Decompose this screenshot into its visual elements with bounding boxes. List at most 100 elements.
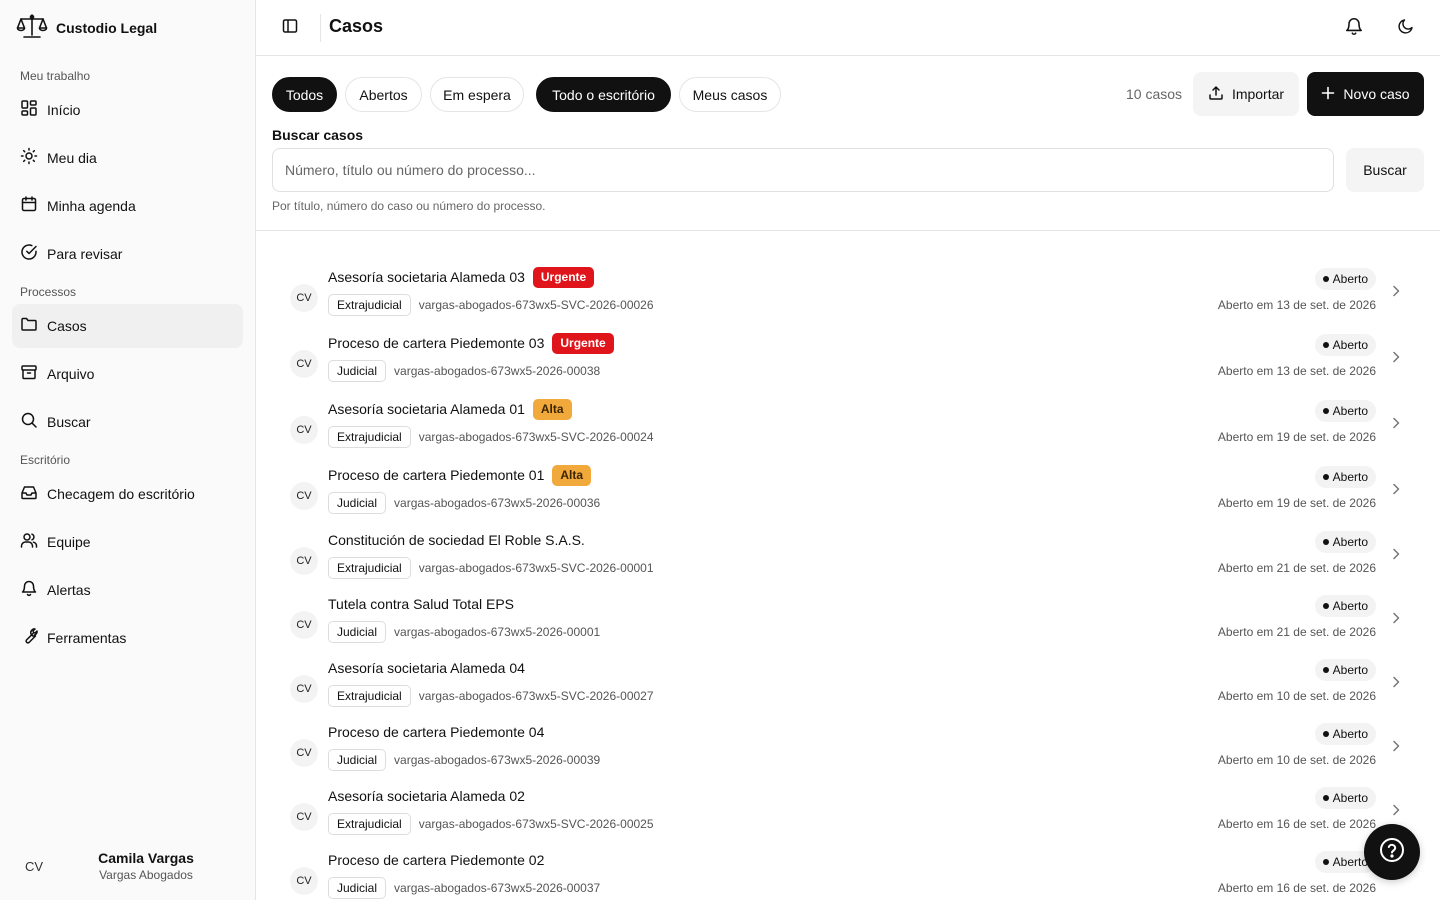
search-help-text: Por título, número do caso ou número do … xyxy=(272,199,546,213)
case-row[interactable]: CV Proceso de cartera Piedemonte 04 Judi… xyxy=(272,723,1424,789)
sidebar-item-buscar[interactable]: Buscar xyxy=(12,400,243,444)
status-label: Aberto xyxy=(1332,272,1368,286)
status-dot-icon xyxy=(1322,276,1329,282)
sidebar-item-meu-dia[interactable]: Meu dia xyxy=(12,136,243,180)
archive-icon xyxy=(20,363,38,386)
sidebar-item-label: Início xyxy=(47,102,81,118)
case-row[interactable]: CV Asesoría societaria Alameda 04 Extraj… xyxy=(272,659,1424,725)
sidebar-item-casos[interactable]: Casos xyxy=(12,304,243,348)
import-button[interactable]: Importar xyxy=(1193,72,1299,116)
priority-badge: Alta xyxy=(552,464,592,486)
case-title: Constitución de sociedad El Roble S.A.S. xyxy=(328,532,585,548)
case-avatar: CV xyxy=(290,611,318,639)
status-dot-icon xyxy=(1322,859,1329,865)
case-row[interactable]: CV Asesoría societaria Alameda 02 Extraj… xyxy=(272,787,1424,853)
case-avatar: CV xyxy=(290,350,318,378)
case-title: Proceso de cartera Piedemonte 01 xyxy=(328,467,545,483)
opened-date: Aberto em 10 de set. de 2026 xyxy=(1217,753,1376,767)
sidebar-item-minha-agenda[interactable]: Minha agenda xyxy=(12,184,243,228)
sidebar-item-ferramentas[interactable]: Ferramentas xyxy=(12,616,243,660)
chevron-right-icon xyxy=(1388,546,1404,562)
case-type-tag: Extrajudicial xyxy=(328,813,411,835)
priority-badge: Urgente xyxy=(552,332,614,354)
notifications-button[interactable] xyxy=(1340,14,1368,42)
sidebar-item-equipe[interactable]: Equipe xyxy=(12,520,243,564)
case-number: vargas-abogados-673wx5-SVC-2026-00026 xyxy=(418,298,654,312)
status-dot-icon xyxy=(1322,474,1329,480)
bell-icon xyxy=(20,579,38,602)
case-row[interactable]: CV Proceso de cartera Piedemonte 03 Urge… xyxy=(272,332,1424,400)
case-row[interactable]: CV Asesoría societaria Alameda 01 Alta E… xyxy=(272,398,1424,466)
status-label: Aberto xyxy=(1332,663,1368,677)
case-row[interactable]: CV Proceso de cartera Piedemonte 02 Judi… xyxy=(272,851,1424,900)
chevron-right-icon xyxy=(1388,802,1404,818)
new-case-button[interactable]: Novo caso xyxy=(1307,72,1424,116)
topbar: Casos xyxy=(256,0,1440,56)
sidebar-item-label: Alertas xyxy=(47,582,91,598)
sidebar-item-para-revisar[interactable]: Para revisar xyxy=(12,232,243,276)
sidebar-item-alertas[interactable]: Alertas xyxy=(12,568,243,612)
check-circle-icon xyxy=(20,243,38,266)
user-menu[interactable]: CV Camila Vargas Vargas Abogados xyxy=(12,838,244,894)
sidebar-item-label: Casos xyxy=(47,318,87,334)
sidebar-item-label: Checagem do escritório xyxy=(47,486,195,502)
plus-icon xyxy=(1321,86,1335,103)
sidebar-toggle-button[interactable] xyxy=(276,14,304,42)
sidebar-item-label: Buscar xyxy=(47,414,91,430)
case-number: vargas-abogados-673wx5-SVC-2026-00027 xyxy=(418,689,654,703)
status-dot-icon xyxy=(1322,603,1329,609)
chevron-right-icon xyxy=(1388,738,1404,754)
opened-date: Aberto em 19 de set. de 2026 xyxy=(1217,430,1376,444)
status-badge: Aberto xyxy=(1314,787,1376,809)
sidebar-item-checagem[interactable]: Checagem do escritório xyxy=(12,472,243,516)
sidebar-item-label: Equipe xyxy=(47,534,91,550)
case-type-tag: Judicial xyxy=(328,877,387,899)
wrench-icon xyxy=(20,627,38,650)
users-icon xyxy=(20,531,38,554)
sidebar-item-arquivo[interactable]: Arquivo xyxy=(12,352,243,396)
chevron-right-icon xyxy=(1388,415,1404,431)
help-button[interactable] xyxy=(1364,824,1420,880)
status-badge: Aberto xyxy=(1314,723,1376,745)
upload-icon xyxy=(1208,85,1224,104)
case-row[interactable]: CV Tutela contra Salud Total EPS Judicia… xyxy=(272,595,1424,661)
case-type-tag: Extrajudicial xyxy=(328,685,411,707)
case-number: vargas-abogados-673wx5-2026-00038 xyxy=(394,364,601,378)
section-label-meu-trabalho: Meu trabalho xyxy=(20,69,91,83)
status-badge: Aberto xyxy=(1314,334,1376,356)
case-title: Asesoría societaria Alameda 02 xyxy=(328,788,525,804)
filter-chip-em-espera[interactable]: Em espera xyxy=(430,77,524,112)
filter-chip-todo-escritorio[interactable]: Todo o escritório xyxy=(536,77,671,112)
filter-chip-todos[interactable]: Todos xyxy=(272,77,337,112)
case-row[interactable]: CV Proceso de cartera Piedemonte 01 Alta… xyxy=(272,464,1424,532)
status-label: Aberto xyxy=(1332,470,1368,484)
sidebar-item-label: Ferramentas xyxy=(47,630,127,646)
search-button[interactable]: Buscar xyxy=(1346,148,1424,192)
avatar: CV xyxy=(24,858,44,874)
bell-icon xyxy=(1344,16,1364,41)
case-type-tag: Judicial xyxy=(328,492,387,514)
chevron-right-icon xyxy=(1388,481,1404,497)
search-input[interactable] xyxy=(272,148,1334,192)
section-label-escritorio: Escritório xyxy=(20,453,71,467)
theme-toggle-button[interactable] xyxy=(1392,14,1420,42)
panel-left-icon xyxy=(281,17,299,40)
opened-date: Aberto em 13 de set. de 2026 xyxy=(1217,298,1376,312)
help-circle-icon xyxy=(1379,837,1405,868)
filter-chip-abertos[interactable]: Abertos xyxy=(345,77,422,112)
case-type-tag: Judicial xyxy=(328,749,387,771)
case-title: Proceso de cartera Piedemonte 02 xyxy=(328,852,545,868)
divider xyxy=(256,230,1440,231)
case-row[interactable]: CV Asesoría societaria Alameda 03 Urgent… xyxy=(272,266,1424,334)
case-row[interactable]: CV Constitución de sociedad El Roble S.A… xyxy=(272,531,1424,597)
status-dot-icon xyxy=(1322,795,1329,801)
priority-badge: Alta xyxy=(532,398,572,420)
case-avatar: CV xyxy=(290,803,318,831)
filter-chip-meus-casos[interactable]: Meus casos xyxy=(679,77,781,112)
case-type-tag: Judicial xyxy=(328,360,387,382)
brand[interactable]: Custodio Legal xyxy=(16,13,157,42)
case-type-tag: Extrajudicial xyxy=(328,294,411,316)
priority-badge: Urgente xyxy=(532,266,595,288)
sidebar-item-inicio[interactable]: Início xyxy=(12,88,243,132)
search-label: Buscar casos xyxy=(272,127,364,143)
